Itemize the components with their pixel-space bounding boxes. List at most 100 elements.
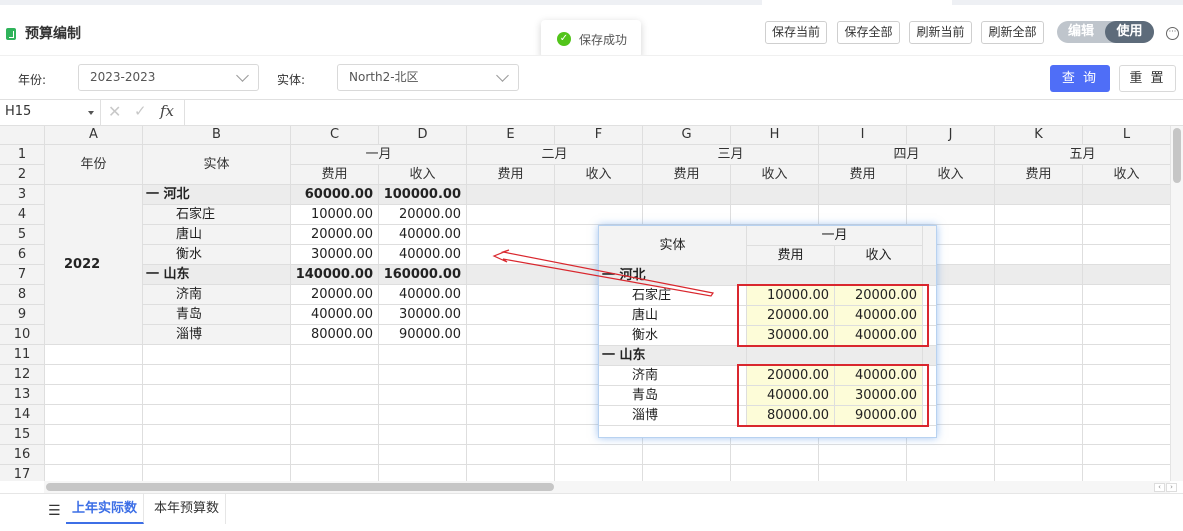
empty-cell[interactable] bbox=[45, 465, 143, 481]
empty-cell[interactable] bbox=[291, 345, 379, 365]
empty-cell[interactable] bbox=[819, 465, 907, 481]
more-icon[interactable]: ··· bbox=[1166, 27, 1179, 40]
group-label[interactable]: 一 山东 bbox=[143, 265, 291, 285]
entity-label[interactable]: 淄博 bbox=[143, 325, 291, 345]
cost-header[interactable]: 费用 bbox=[467, 165, 555, 185]
row-header[interactable]: 2 bbox=[0, 165, 45, 185]
row-header[interactable]: 1 bbox=[0, 145, 45, 165]
empty-cell[interactable] bbox=[995, 425, 1083, 445]
income-header[interactable]: 收入 bbox=[1083, 165, 1170, 185]
month-header[interactable]: 一月 bbox=[291, 145, 467, 165]
scroll-right-icon[interactable]: › bbox=[1166, 483, 1177, 492]
income-header[interactable]: 收入 bbox=[731, 165, 819, 185]
empty-cell[interactable] bbox=[995, 265, 1083, 285]
row-header[interactable]: 14 bbox=[0, 405, 45, 425]
empty-cell[interactable] bbox=[1083, 185, 1170, 205]
income-cell[interactable]: 90000.00 bbox=[379, 325, 467, 345]
empty-cell[interactable] bbox=[379, 345, 467, 365]
empty-cell[interactable] bbox=[643, 185, 731, 205]
empty-cell[interactable] bbox=[643, 465, 731, 481]
month-header[interactable]: 三月 bbox=[643, 145, 819, 165]
empty-cell[interactable] bbox=[467, 305, 555, 325]
month-header[interactable]: 五月 bbox=[995, 145, 1170, 165]
save-all-button[interactable]: 保存全部 bbox=[837, 21, 900, 44]
empty-cell[interactable] bbox=[291, 385, 379, 405]
cancel-icon[interactable]: ✕ bbox=[108, 102, 121, 121]
empty-cell[interactable] bbox=[731, 465, 819, 481]
income-cell[interactable]: 40000.00 bbox=[379, 225, 467, 245]
function-icon[interactable]: fx bbox=[160, 102, 174, 120]
column-header[interactable]: I bbox=[819, 126, 907, 145]
row-header[interactable]: 8 bbox=[0, 285, 45, 305]
corner-cell[interactable] bbox=[0, 126, 45, 145]
empty-cell[interactable] bbox=[1083, 365, 1170, 385]
income-cell[interactable]: 40000.00 bbox=[379, 285, 467, 305]
empty-cell[interactable] bbox=[555, 185, 643, 205]
row-header[interactable]: 6 bbox=[0, 245, 45, 265]
empty-cell[interactable] bbox=[379, 405, 467, 425]
confirm-icon[interactable]: ✓ bbox=[134, 102, 147, 120]
scrollbar-thumb[interactable] bbox=[46, 483, 554, 491]
column-header[interactable]: E bbox=[467, 126, 555, 145]
entity-label[interactable]: 唐山 bbox=[143, 225, 291, 245]
empty-cell[interactable] bbox=[907, 185, 995, 205]
empty-cell[interactable] bbox=[291, 365, 379, 385]
empty-cell[interactable] bbox=[1083, 245, 1170, 265]
row-header[interactable]: 17 bbox=[0, 465, 45, 481]
empty-cell[interactable] bbox=[45, 345, 143, 365]
income-cell[interactable]: 20000.00 bbox=[379, 205, 467, 225]
cost-cell[interactable]: 140000.00 bbox=[291, 265, 379, 285]
row-header[interactable]: 10 bbox=[0, 325, 45, 345]
cost-cell[interactable]: 60000.00 bbox=[291, 185, 379, 205]
query-button[interactable]: 查 询 bbox=[1050, 65, 1110, 92]
row-header[interactable]: 7 bbox=[0, 265, 45, 285]
empty-cell[interactable] bbox=[143, 465, 291, 481]
empty-cell[interactable] bbox=[467, 345, 555, 365]
income-cell[interactable]: 30000.00 bbox=[379, 305, 467, 325]
empty-cell[interactable] bbox=[379, 385, 467, 405]
empty-cell[interactable] bbox=[1083, 445, 1170, 465]
cost-header[interactable]: 费用 bbox=[291, 165, 379, 185]
empty-cell[interactable] bbox=[291, 425, 379, 445]
refresh-current-button[interactable]: 刷新当前 bbox=[909, 21, 972, 44]
column-header[interactable]: B bbox=[143, 126, 291, 145]
empty-cell[interactable] bbox=[467, 445, 555, 465]
empty-cell[interactable] bbox=[995, 445, 1083, 465]
row-header[interactable]: 12 bbox=[0, 365, 45, 385]
empty-cell[interactable] bbox=[143, 365, 291, 385]
empty-cell[interactable] bbox=[555, 205, 643, 225]
empty-cell[interactable] bbox=[143, 445, 291, 465]
vertical-scrollbar[interactable] bbox=[1170, 126, 1183, 481]
row-header[interactable]: 5 bbox=[0, 225, 45, 245]
column-header[interactable]: G bbox=[643, 126, 731, 145]
empty-cell[interactable] bbox=[995, 365, 1083, 385]
row-header[interactable]: 16 bbox=[0, 445, 45, 465]
year-select[interactable]: 2023-2023 bbox=[78, 64, 259, 91]
header-year[interactable]: 年份 bbox=[45, 145, 143, 185]
empty-cell[interactable] bbox=[1083, 405, 1170, 425]
empty-cell[interactable] bbox=[143, 405, 291, 425]
income-cell[interactable]: 160000.00 bbox=[379, 265, 467, 285]
entity-label[interactable]: 济南 bbox=[143, 285, 291, 305]
cost-cell[interactable]: 80000.00 bbox=[291, 325, 379, 345]
empty-cell[interactable] bbox=[1083, 225, 1170, 245]
entity-label[interactable]: 衡水 bbox=[143, 245, 291, 265]
empty-cell[interactable] bbox=[995, 465, 1083, 481]
empty-cell[interactable] bbox=[467, 365, 555, 385]
empty-cell[interactable] bbox=[467, 225, 555, 245]
row-header[interactable]: 11 bbox=[0, 345, 45, 365]
empty-cell[interactable] bbox=[1083, 465, 1170, 481]
cost-header[interactable]: 费用 bbox=[819, 165, 907, 185]
save-current-button[interactable]: 保存当前 bbox=[765, 21, 827, 44]
reset-button[interactable]: 重 置 bbox=[1119, 65, 1176, 92]
column-header[interactable]: C bbox=[291, 126, 379, 145]
column-header[interactable]: K bbox=[995, 126, 1083, 145]
cost-cell[interactable]: 10000.00 bbox=[291, 205, 379, 225]
year-value[interactable]: 2022 bbox=[45, 185, 143, 345]
scrollbar-thumb[interactable] bbox=[1173, 128, 1181, 183]
scroll-left-icon[interactable]: ‹ bbox=[1154, 483, 1165, 492]
empty-cell[interactable] bbox=[555, 445, 643, 465]
column-header[interactable]: L bbox=[1083, 126, 1170, 145]
cost-cell[interactable]: 20000.00 bbox=[291, 225, 379, 245]
mode-toggle[interactable]: 编辑 使用 bbox=[1057, 21, 1154, 43]
